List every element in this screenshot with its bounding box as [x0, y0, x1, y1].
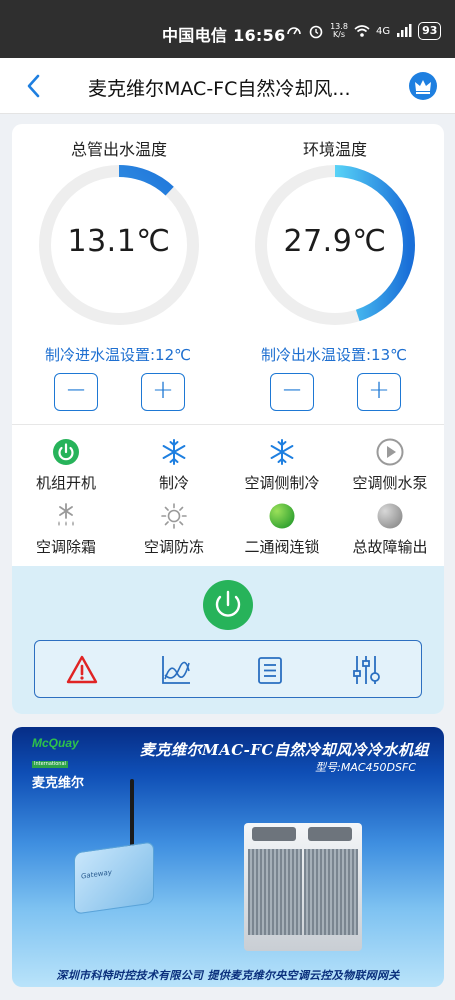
control-area — [12, 566, 444, 714]
snowflake-icon — [270, 439, 294, 465]
status-label: 二通阀连锁 — [244, 538, 320, 556]
defrost-icon — [58, 503, 74, 526]
speedometer-icon — [287, 27, 301, 35]
chiller-unit-image — [244, 823, 362, 951]
status-label: 空调除霜 — [35, 538, 96, 556]
gauge-value-outlet-water: 13.1℃ — [67, 224, 171, 259]
speed-unit: K/s — [332, 30, 346, 39]
back-chevron-icon[interactable] — [22, 72, 46, 100]
network-speed: 13.8 K/s — [330, 23, 348, 39]
carrier-time-text: 中国电信 16:56 — [162, 26, 286, 45]
gauge-value-ambient: 27.9℃ — [283, 224, 387, 259]
brand-name-en: McQuay — [32, 736, 79, 750]
status-label: 机组开机 — [35, 474, 96, 492]
status-icons: 13.8 K/s 4G 93 — [286, 22, 442, 40]
unit-control-card: 总管出水温度 13.1℃ 环境温度 27.9℃ 制冷进水温设置:12℃ 制冷出水… — [12, 124, 444, 714]
page-title: 麦克维尔MAC-FC自然冷却风... — [88, 78, 351, 100]
alarm-icon[interactable] — [65, 653, 99, 687]
wifi-icon — [354, 25, 370, 37]
setpoint-outlet-label: 制冷出水温设置:13℃ — [261, 346, 407, 364]
power-toggle-button[interactable] — [203, 580, 253, 630]
outlet-plus-button[interactable]: + — [357, 373, 401, 411]
antenna-image — [130, 779, 134, 851]
battery-indicator: 93 — [418, 22, 442, 40]
status-label: 空调侧水泵 — [352, 474, 428, 492]
gray-dot-icon — [377, 503, 403, 529]
divider — [12, 424, 444, 425]
signal-icon — [397, 24, 412, 37]
trend-chart-icon[interactable] — [159, 653, 193, 687]
list-icon[interactable] — [253, 653, 287, 687]
network-type: 4G — [376, 25, 391, 37]
status-general-fault-output: 总故障输出 — [336, 502, 444, 557]
gateway-label: Gateway — [81, 868, 112, 881]
status-unit-on: 机组开机 — [12, 438, 120, 493]
status-ac-antifreeze: 空调防冻 — [120, 502, 228, 557]
nav-bar: 麦克维尔MAC-FC自然冷却风... — [0, 58, 455, 114]
snowflake-icon — [162, 439, 186, 465]
play-icon — [376, 438, 404, 466]
setpoint-inlet-label: 制冷进水温设置:12℃ — [45, 346, 191, 364]
settings-sliders-icon[interactable] — [349, 653, 383, 687]
gauge-title-ambient: 环境温度 — [302, 140, 367, 159]
gateway-device-image: Gateway — [74, 841, 154, 915]
alarm-clock-icon — [309, 25, 323, 39]
function-toolbar — [34, 640, 422, 698]
status-ac-side-pump: 空调侧水泵 — [336, 438, 444, 493]
brand-name-cn: 麦克维尔 — [32, 776, 85, 791]
gauge-title-outlet-water: 总管出水温度 — [70, 140, 167, 159]
status-ac-side-cooling: 空调侧制冷 — [228, 438, 336, 493]
brand-name-sub: International — [32, 761, 68, 768]
status-two-way-valve-interlock: 二通阀连锁 — [228, 502, 336, 557]
status-label: 空调防冻 — [143, 538, 204, 556]
status-bar: 中国电信 16:56 13.8 K/s 4G 93 — [0, 0, 455, 58]
banner-footer: 深圳市科特时控技术有限公司 提供麦克维尔央空调云控及物联网网关 — [56, 969, 400, 982]
mcquay-logo: McQuay International 麦克维尔 — [32, 737, 102, 791]
status-cooling: 制冷 — [120, 438, 228, 493]
banner-title: 麦克维尔MAC-FC自然冷却风冷冷水机组 — [140, 741, 429, 759]
banner-model: 型号:MAC450DSFC — [315, 761, 416, 774]
crown-icon — [415, 80, 431, 94]
status-label: 总故障输出 — [352, 538, 428, 556]
power-icon — [53, 439, 79, 465]
product-banner[interactable]: McQuay International 麦克维尔 麦克维尔MAC-FC自然冷却… — [12, 727, 444, 987]
inlet-plus-button[interactable]: + — [141, 373, 185, 411]
power-icon — [215, 590, 241, 617]
green-dot-icon — [269, 503, 295, 529]
outlet-minus-button[interactable]: − — [270, 373, 314, 411]
status-ac-defrost: 空调除霜 — [12, 502, 120, 557]
sun-icon — [161, 503, 187, 529]
vip-crown-button[interactable] — [409, 72, 437, 100]
status-label: 空调侧制冷 — [244, 474, 320, 492]
inlet-minus-button[interactable]: − — [54, 373, 98, 411]
status-label: 制冷 — [158, 474, 189, 492]
